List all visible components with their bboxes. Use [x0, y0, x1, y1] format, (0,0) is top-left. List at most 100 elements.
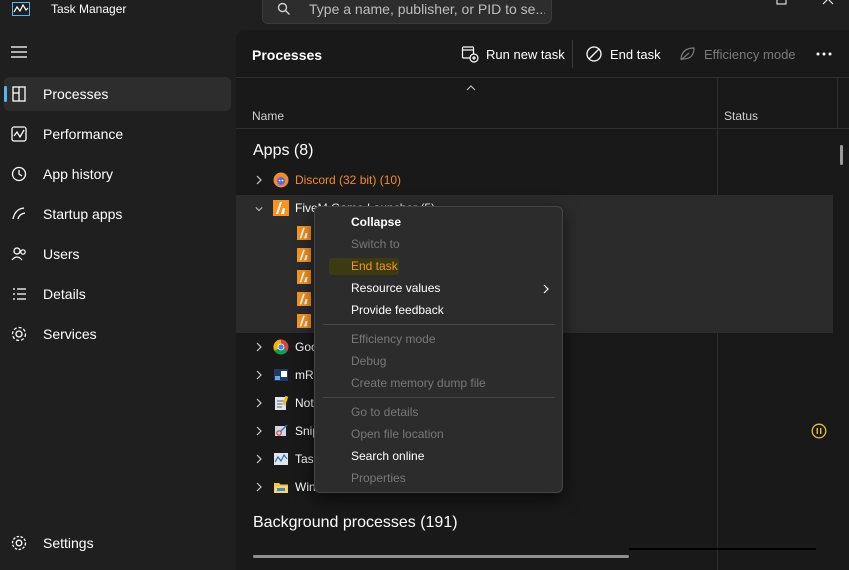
leaf-icon: [680, 47, 695, 61]
process-name: Not: [295, 396, 314, 410]
toolbar-divider: [572, 40, 573, 68]
end-task-icon: [586, 46, 602, 62]
background-group-title: Background processes (191): [253, 514, 458, 531]
menu-item-efficiency-mode[interactable]: Efficiency mode: [351, 332, 436, 346]
column-header-status[interactable]: Status: [724, 109, 758, 123]
sidebar-item-processes[interactable]: Processes: [4, 77, 231, 111]
sidebar-item-label: Details: [43, 286, 86, 302]
efficiency-mode-button[interactable]: Efficiency mode: [679, 44, 796, 64]
fivem-icon: [297, 248, 311, 262]
hamburger-menu-icon[interactable]: [10, 45, 28, 59]
more-options-icon[interactable]: [816, 52, 832, 56]
efficiency-mode-label: Efficiency mode: [704, 47, 796, 62]
menu-item-switch-to[interactable]: Switch to: [351, 237, 400, 251]
details-icon: [13, 288, 26, 300]
fivem-icon: [297, 270, 311, 284]
chevron-right-icon: [543, 284, 549, 294]
table-row[interactable]: Discord (32 bit) (10): [236, 169, 833, 191]
run-new-task-label: Run new task: [486, 47, 565, 62]
startup-apps-icon: [12, 207, 26, 220]
menu-item-collapse[interactable]: Collapse: [351, 215, 401, 229]
menu-item-open-file-location[interactable]: Open file location: [351, 427, 444, 441]
chevron-right-icon[interactable]: [255, 482, 263, 492]
app-history-icon: [11, 166, 27, 182]
menu-item-provide-feedback[interactable]: Provide feedback: [351, 303, 444, 317]
chrome-icon: [273, 339, 289, 355]
search-input[interactable]: [309, 0, 545, 19]
users-icon: [11, 247, 26, 261]
notepad-icon: [275, 395, 289, 410]
sidebar-item-label: Startup apps: [43, 206, 123, 222]
active-indicator: [4, 86, 7, 102]
sidebar-item-label: Performance: [43, 126, 124, 142]
chevron-right-icon[interactable]: [255, 175, 263, 185]
sort-ascending-icon: [466, 85, 476, 91]
snipping-tool-icon: [275, 424, 288, 436]
sidebar-item-label: Processes: [43, 86, 109, 102]
end-task-label: End task: [610, 47, 661, 62]
menu-item-end-task[interactable]: End task: [351, 259, 398, 273]
sidebar-item-app-history[interactable]: App history: [4, 157, 231, 191]
performance-icon: [11, 126, 27, 142]
menu-item-debug[interactable]: Debug: [351, 354, 386, 368]
chevron-right-icon[interactable]: [255, 342, 263, 352]
fivem-icon: [297, 292, 311, 306]
context-menu: Collapse Switch to End task Resource val…: [314, 206, 563, 493]
sidebar: Processes Performance App history Startu…: [0, 30, 236, 570]
partially-hidden-row: [253, 548, 473, 554]
task-manager-app-icon: [12, 2, 30, 16]
column-header-name[interactable]: Name: [252, 109, 284, 123]
search-icon: [277, 2, 290, 15]
fivem-icon: [273, 200, 289, 216]
paused-status-icon: [811, 423, 827, 439]
process-name: Discord (32 bit) (10): [295, 173, 402, 187]
sidebar-item-label: App history: [43, 166, 114, 182]
run-new-task-button[interactable]: Run new task: [461, 44, 565, 64]
services-icon: [11, 326, 27, 342]
apps-group-title: Apps (8): [253, 142, 314, 159]
fivem-icon: [297, 314, 311, 328]
chevron-right-icon[interactable]: [255, 454, 263, 464]
sidebar-item-details[interactable]: Details: [4, 277, 231, 311]
horizontal-scrollbar[interactable]: [253, 555, 629, 558]
menu-item-resource-values[interactable]: Resource values: [351, 281, 440, 295]
menu-separator: [323, 324, 555, 325]
run-new-task-icon: [461, 46, 479, 63]
process-name: mR: [295, 368, 314, 382]
sidebar-item-users[interactable]: Users: [4, 237, 231, 271]
title-bar: Task Manager: [0, 0, 849, 30]
toolbar: Processes Run new task End task Efficien…: [236, 30, 849, 78]
sidebar-item-settings[interactable]: Settings: [4, 527, 231, 559]
menu-item-create-dump[interactable]: Create memory dump file: [351, 376, 486, 390]
discord-icon: [273, 172, 289, 188]
task-manager-icon: [274, 453, 288, 465]
sidebar-item-services[interactable]: Services: [4, 317, 231, 351]
process-name: Win: [295, 480, 316, 494]
menu-item-properties[interactable]: Properties: [351, 471, 406, 485]
chevron-down-icon[interactable]: [255, 204, 263, 214]
gear-icon: [11, 535, 27, 551]
window-title: Task Manager: [51, 2, 127, 16]
column-header-row: Name Status: [236, 78, 849, 129]
chevron-right-icon[interactable]: [255, 370, 263, 380]
menu-item-go-to-details[interactable]: Go to details: [351, 405, 418, 419]
sidebar-item-startup-apps[interactable]: Startup apps: [4, 197, 231, 231]
page-title: Processes: [252, 47, 323, 63]
file-explorer-icon: [274, 483, 288, 493]
vertical-scrollbar[interactable]: [840, 145, 843, 165]
chevron-right-icon[interactable]: [255, 398, 263, 408]
close-icon[interactable]: [818, 0, 838, 8]
menu-separator: [323, 397, 555, 398]
search-box[interactable]: [262, 0, 552, 24]
processes-icon: [12, 86, 26, 102]
fivem-icon: [297, 226, 311, 240]
settings-label: Settings: [43, 535, 94, 551]
chevron-right-icon[interactable]: [255, 426, 263, 436]
menu-item-search-online[interactable]: Search online: [351, 449, 424, 463]
end-task-button[interactable]: End task: [585, 44, 661, 64]
column-divider: [837, 78, 838, 129]
mremoteng-icon: [274, 369, 288, 381]
sidebar-item-performance[interactable]: Performance: [4, 117, 231, 151]
scrollbar-track: [629, 548, 816, 550]
maximize-icon[interactable]: [772, 0, 792, 8]
